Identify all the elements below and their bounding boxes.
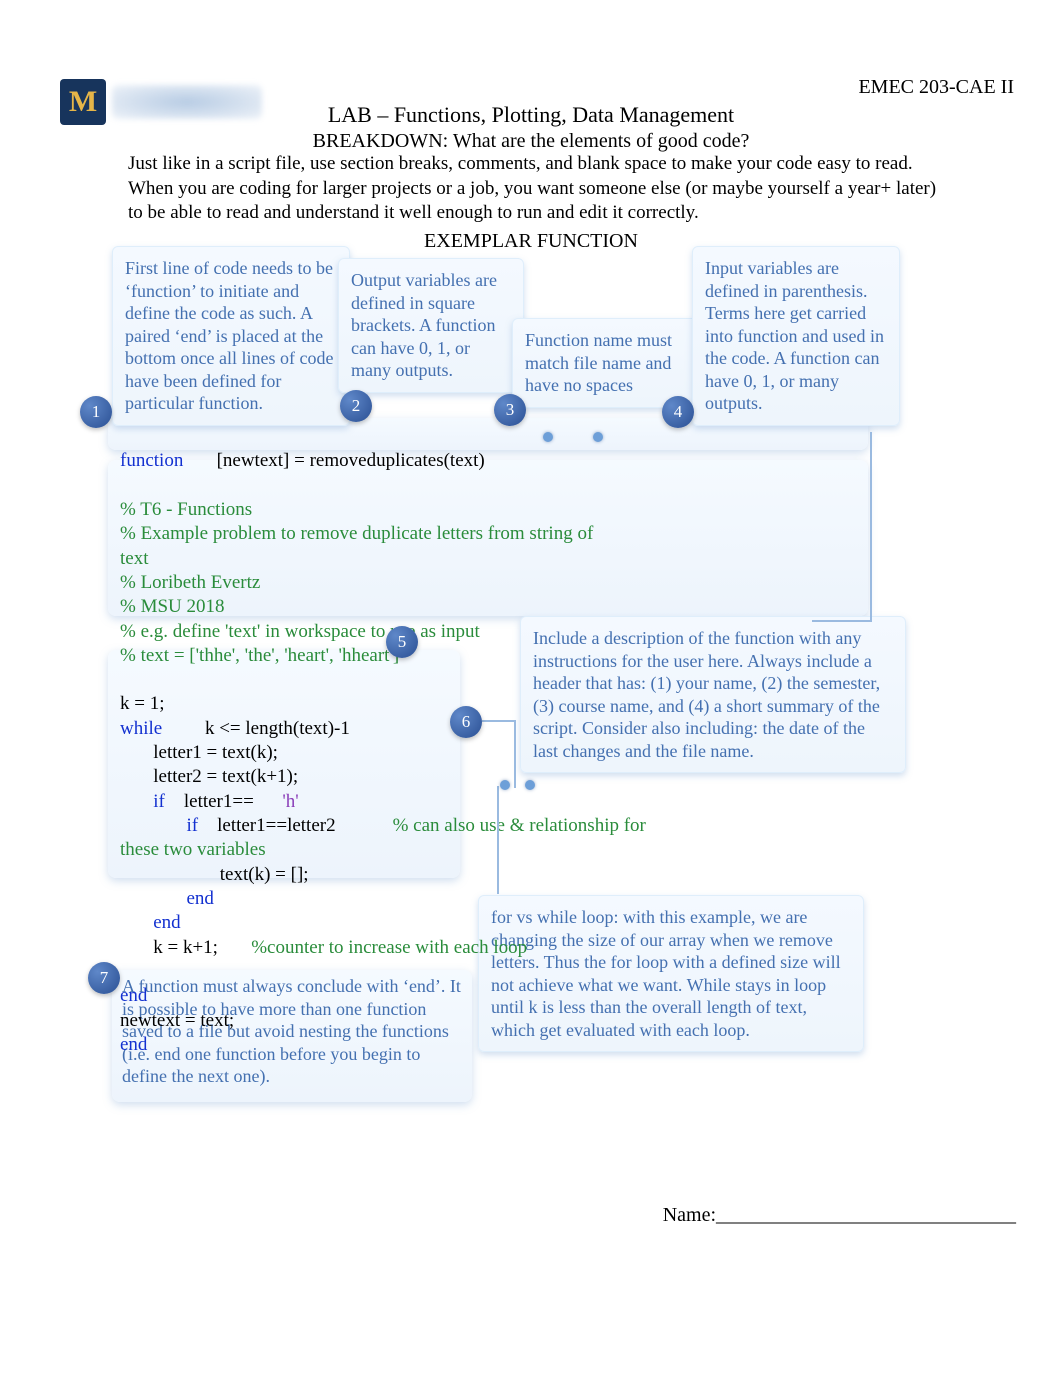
cond-if1: letter1==	[184, 791, 254, 812]
page-subtitle: BREAKDOWN: What are the elements of good…	[0, 130, 1062, 153]
kw-if2: if	[187, 815, 199, 836]
line-letter1: letter1 = text(k);	[153, 742, 278, 763]
kw-end3: end	[120, 985, 147, 1006]
kw-if1: if	[153, 791, 165, 812]
callout-input-vars: Input variables are defined in parenthes…	[692, 246, 900, 426]
badge-7: 7	[88, 962, 120, 994]
badge-4: 4	[662, 396, 694, 428]
comment-two-vars: these two variables	[120, 839, 266, 860]
kw-function: function	[120, 450, 183, 471]
comment-msu: % MSU 2018	[120, 596, 225, 617]
callout-function-keyword: First line of code needs to be ‘function…	[112, 246, 350, 426]
name-field: Name:______________________________	[663, 1204, 1016, 1227]
comment-define: % e.g. define 'text' in workspace to use…	[120, 621, 480, 642]
cond-while: k <= length(text)-1	[205, 718, 350, 739]
intro-paragraph: Just like in a script file, use section …	[128, 152, 948, 226]
badge-5: 5	[386, 626, 418, 658]
kw-while: while	[120, 718, 162, 739]
comment-counter: %counter to increase with each loop	[251, 937, 527, 958]
course-code: EMEC 203-CAE II	[858, 76, 1014, 99]
badge-1: 1	[80, 396, 112, 428]
comment-author: % Loribeth Evertz	[120, 572, 260, 593]
line-k1: k = 1;	[120, 693, 165, 714]
line-letter2: letter2 = text(k+1);	[153, 766, 298, 787]
kw-end4: end	[120, 1034, 147, 1055]
comment-t6: % T6 - Functions	[120, 499, 252, 520]
str-h: 'h'	[282, 791, 298, 812]
kw-end2: end	[153, 912, 180, 933]
callout-output-vars: Output variables are defined in square b…	[338, 258, 524, 393]
line-kinc: k = k+1;	[153, 937, 218, 958]
comment-text-array: % text = ['thhe', 'the', 'heart', 'hhear…	[120, 645, 399, 666]
kw-end1: end	[187, 888, 214, 909]
comment-example: % Example problem to remove duplicate le…	[120, 523, 593, 544]
function-signature: [newtext] = removeduplicates(text)	[217, 450, 485, 471]
comment-example-2: text	[120, 548, 149, 569]
code-block: function [newtext] = removeduplicates(te…	[120, 425, 646, 1057]
badge-2: 2	[340, 390, 372, 422]
callout-function-name: Function name must match file name and h…	[512, 318, 708, 408]
badge-3: 3	[494, 394, 526, 426]
badge-6: 6	[450, 706, 482, 738]
line-assign: text(k) = [];	[220, 864, 309, 885]
line-newtext: newtext = text;	[120, 1010, 234, 1031]
comment-and-rel: % can also use & relationship for	[393, 815, 646, 836]
page-title: LAB – Functions, Plotting, Data Manageme…	[0, 102, 1062, 128]
cond-if2: letter1==letter2	[217, 815, 336, 836]
